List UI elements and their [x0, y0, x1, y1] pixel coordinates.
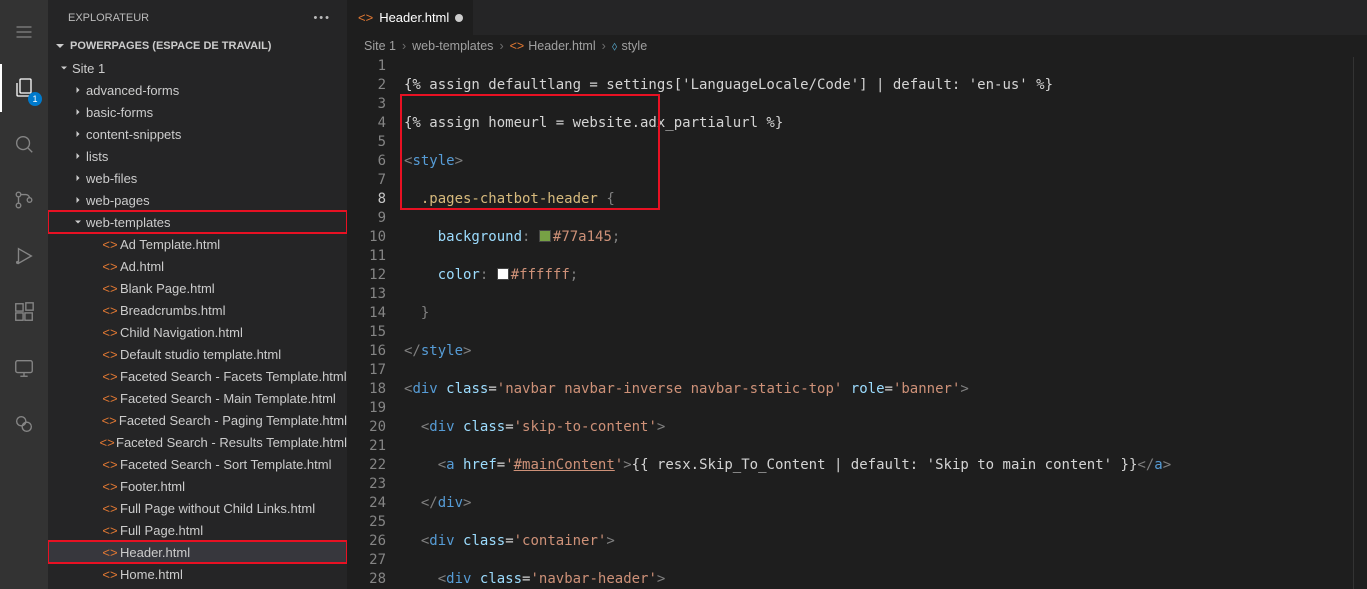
explorer-badge: 1 — [28, 92, 42, 106]
file-faceted-facets[interactable]: <>Faceted Search - Facets Template.html — [48, 365, 347, 387]
folder-basic-forms[interactable]: basic-forms — [48, 101, 347, 123]
html-icon: <> — [510, 39, 525, 53]
file-home[interactable]: <>Home.html — [48, 563, 347, 585]
html-icon: <> — [100, 457, 120, 472]
color-swatch-icon — [497, 268, 509, 280]
breadcrumbs[interactable]: Site 1 › web-templates › <> Header.html … — [348, 35, 1367, 57]
folder-content-snippets[interactable]: content-snippets — [48, 123, 347, 145]
explorer-sidebar: EXPLORATEUR ••• POWERPAGES (ESPACE DE TR… — [48, 0, 348, 589]
html-icon: <> — [100, 259, 120, 274]
chevron-right-icon: › — [400, 39, 408, 53]
html-icon: <> — [100, 567, 120, 582]
file-breadcrumbs[interactable]: <>Breadcrumbs.html — [48, 299, 347, 321]
file-tree: Site 1 advanced-forms basic-forms conten… — [48, 57, 347, 589]
style-icon: ⬨ — [612, 39, 618, 54]
file-header[interactable]: <>Header.html — [48, 541, 347, 563]
tab-header-html[interactable]: <> Header.html — [348, 0, 474, 35]
extensions-icon[interactable] — [0, 288, 48, 336]
file-faceted-main[interactable]: <>Faceted Search - Main Template.html — [48, 387, 347, 409]
html-icon: <> — [100, 303, 120, 318]
code-editor[interactable]: 1234 5678 9101112 13141516 17181920 2122… — [348, 57, 1367, 589]
folder-web-files[interactable]: web-files — [48, 167, 347, 189]
tabs-bar: <> Header.html — [348, 0, 1367, 35]
html-icon: <> — [100, 237, 120, 252]
activity-bar: 1 — [0, 0, 48, 589]
tab-label: Header.html — [379, 10, 449, 25]
file-ad-template[interactable]: <>Ad Template.html — [48, 233, 347, 255]
file-blank-page[interactable]: <>Blank Page.html — [48, 277, 347, 299]
html-icon: <> — [100, 325, 120, 340]
workspace-section[interactable]: POWERPAGES (ESPACE DE TRAVAIL) — [48, 35, 347, 57]
html-icon: <> — [100, 369, 120, 384]
file-faceted-sort[interactable]: <>Faceted Search - Sort Template.html — [48, 453, 347, 475]
explorer-icon[interactable]: 1 — [0, 64, 48, 112]
code-content[interactable]: {% assign defaultlang = settings['Langua… — [404, 57, 1353, 589]
powerpages-icon[interactable] — [0, 400, 48, 448]
html-icon: <> — [100, 347, 120, 362]
chevron-right-icon: › — [600, 39, 608, 53]
html-icon: <> — [100, 545, 120, 560]
file-fullpage[interactable]: <>Full Page.html — [48, 519, 347, 541]
file-child-navigation[interactable]: <>Child Navigation.html — [48, 321, 347, 343]
dirty-indicator-icon — [455, 14, 463, 22]
folder-web-pages[interactable]: web-pages — [48, 189, 347, 211]
folder-lists[interactable]: lists — [48, 145, 347, 167]
line-numbers: 1234 5678 9101112 13141516 17181920 2122… — [348, 57, 404, 589]
breadcrumb-item[interactable]: web-templates — [412, 39, 493, 53]
breadcrumb-item[interactable]: Site 1 — [364, 39, 396, 53]
more-icon[interactable]: ••• — [313, 12, 331, 24]
remote-icon[interactable] — [0, 344, 48, 392]
html-icon: <> — [98, 435, 116, 450]
file-footer[interactable]: <>Footer.html — [48, 475, 347, 497]
html-icon: <> — [100, 479, 120, 494]
file-fullpage-nochild[interactable]: <>Full Page without Child Links.html — [48, 497, 347, 519]
file-faceted-results[interactable]: <>Faceted Search - Results Template.html — [48, 431, 347, 453]
menu-icon[interactable] — [0, 8, 48, 56]
run-debug-icon[interactable] — [0, 232, 48, 280]
html-icon: <> — [100, 413, 119, 428]
file-default-studio[interactable]: <>Default studio template.html — [48, 343, 347, 365]
search-icon[interactable] — [0, 120, 48, 168]
html-icon: <> — [100, 501, 120, 516]
sidebar-title: EXPLORATEUR — [68, 12, 149, 24]
file-ad[interactable]: <>Ad.html — [48, 255, 347, 277]
folder-site1[interactable]: Site 1 — [48, 57, 347, 79]
html-icon: <> — [100, 281, 120, 296]
source-control-icon[interactable] — [0, 176, 48, 224]
folder-advanced-forms[interactable]: advanced-forms — [48, 79, 347, 101]
file-faceted-paging[interactable]: <>Faceted Search - Paging Template.html — [48, 409, 347, 431]
chevron-right-icon: › — [497, 39, 505, 53]
breadcrumb-item[interactable]: style — [621, 39, 647, 53]
folder-web-templates[interactable]: web-templates — [48, 211, 347, 233]
editor-area: <> Header.html Site 1 › web-templates › … — [348, 0, 1367, 589]
color-swatch-icon — [539, 230, 551, 242]
html-icon: <> — [358, 10, 373, 25]
html-icon: <> — [100, 523, 120, 538]
minimap[interactable] — [1353, 57, 1367, 589]
html-icon: <> — [100, 391, 120, 406]
breadcrumb-item[interactable]: Header.html — [528, 39, 595, 53]
